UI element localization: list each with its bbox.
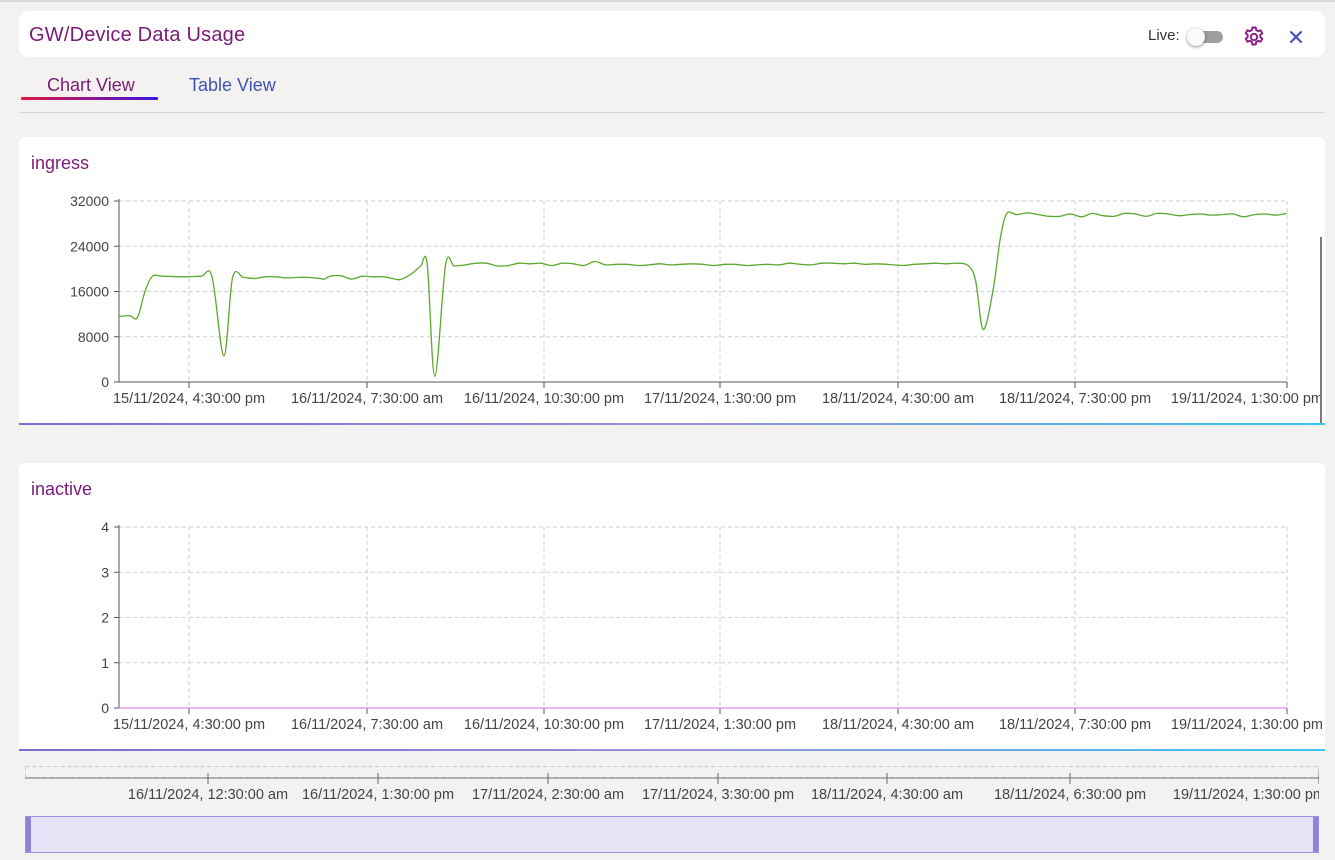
y-tick-label: 24000 xyxy=(70,238,109,254)
y-tick-label: 4 xyxy=(101,519,109,535)
navigator-tick-label: 19/11/2024, 1:30:00 pm xyxy=(1173,787,1319,803)
x-tick-label: 19/11/2024, 1:30:00 pm xyxy=(1171,391,1323,407)
x-tick-label: 15/11/2024, 4:30:00 pm xyxy=(113,717,265,733)
x-tick-label: 18/11/2024, 4:30:00 am xyxy=(822,391,974,407)
x-tick-label: 16/11/2024, 10:30:00 pm xyxy=(464,717,624,733)
y-tick-label: 16000 xyxy=(70,284,109,300)
tab-chart-view[interactable]: Chart View xyxy=(47,75,135,96)
navigator-tick-label: 16/11/2024, 1:30:00 pm xyxy=(302,787,454,803)
y-tick-label: 8000 xyxy=(78,329,109,345)
gear-icon[interactable] xyxy=(1242,25,1266,49)
x-tick-label: 17/11/2024, 1:30:00 pm xyxy=(644,717,796,733)
y-tick-label: 0 xyxy=(101,700,109,716)
brush-right-handle[interactable] xyxy=(1313,817,1318,852)
inactive-chart-panel: inactive 0 1 2 3 4 15/11/2024, 4:30:00 pm 16/1… xyxy=(19,463,1325,751)
navigator-tick-label: 17/11/2024, 2:30:00 am xyxy=(472,787,624,803)
y-tick-label: 0 xyxy=(101,374,109,390)
navigator-tick-label: 17/11/2024, 3:30:00 pm xyxy=(642,787,794,803)
panel-bottom-border xyxy=(19,423,1325,425)
x-tick-label: 16/11/2024, 7:30:00 am xyxy=(291,391,443,407)
top-border xyxy=(0,0,1335,2)
x-tick-label: 18/11/2024, 7:30:00 pm xyxy=(999,391,1151,407)
time-navigator: 16/11/2024, 12:30:00 am 16/11/2024, 1:30:… xyxy=(25,766,1319,860)
vertical-scrollbar[interactable] xyxy=(1320,237,1322,423)
y-tick-label: 32000 xyxy=(70,193,109,209)
page-title: GW/Device Data Usage xyxy=(29,24,246,46)
x-tick-label: 18/11/2024, 4:30:00 am xyxy=(822,717,974,733)
x-tick-label: 16/11/2024, 7:30:00 am xyxy=(291,717,443,733)
live-toggle[interactable] xyxy=(1187,28,1223,46)
navigator-tick-label: 18/11/2024, 4:30:00 am xyxy=(811,787,963,803)
brush-left-handle[interactable] xyxy=(26,817,31,852)
series-line xyxy=(118,211,1288,377)
close-icon[interactable] xyxy=(1285,26,1307,48)
tab-table-view[interactable]: Table View xyxy=(189,75,276,96)
panel-bottom-border xyxy=(19,749,1325,751)
y-tick-label: 1 xyxy=(101,655,109,671)
navigator-tick-label: 18/11/2024, 6:30:00 pm xyxy=(994,787,1146,803)
x-tick-label: 15/11/2024, 4:30:00 pm xyxy=(113,391,265,407)
live-label: Live: xyxy=(1148,27,1180,44)
navigator-tick-label: 16/11/2024, 12:30:00 am xyxy=(128,787,288,803)
panel-header: GW/Device Data Usage Live: xyxy=(19,11,1325,57)
navigator-track xyxy=(25,766,1319,778)
ingress-chart: 0 8000 16000 24000 32000 15/11/2024, 4:30:00 … xyxy=(70,193,1323,407)
active-tab-indicator xyxy=(21,97,158,100)
inactive-chart: 0 1 2 3 4 15/11/2024, 4:30:00 pm 16/11/2024, 7… xyxy=(101,519,1323,733)
x-tick-label: 16/11/2024, 10:30:00 pm xyxy=(464,391,624,407)
y-tick-label: 3 xyxy=(101,564,109,580)
navigator-axis: 16/11/2024, 12:30:00 am 16/11/2024, 1:30:… xyxy=(25,766,1319,803)
y-tick-label: 2 xyxy=(101,610,109,626)
ingress-chart-panel: ingress 0 8000 16000 24000 32000 15/11/2024, … xyxy=(19,137,1325,425)
view-tabs: Chart View Table View xyxy=(19,66,1325,113)
toggle-knob xyxy=(1187,28,1205,46)
x-tick-label: 19/11/2024, 1:30:00 pm xyxy=(1171,717,1323,733)
navigator-brush[interactable] xyxy=(25,816,1319,853)
x-tick-label: 18/11/2024, 7:30:00 pm xyxy=(999,717,1151,733)
x-tick-label: 17/11/2024, 1:30:00 pm xyxy=(644,391,796,407)
